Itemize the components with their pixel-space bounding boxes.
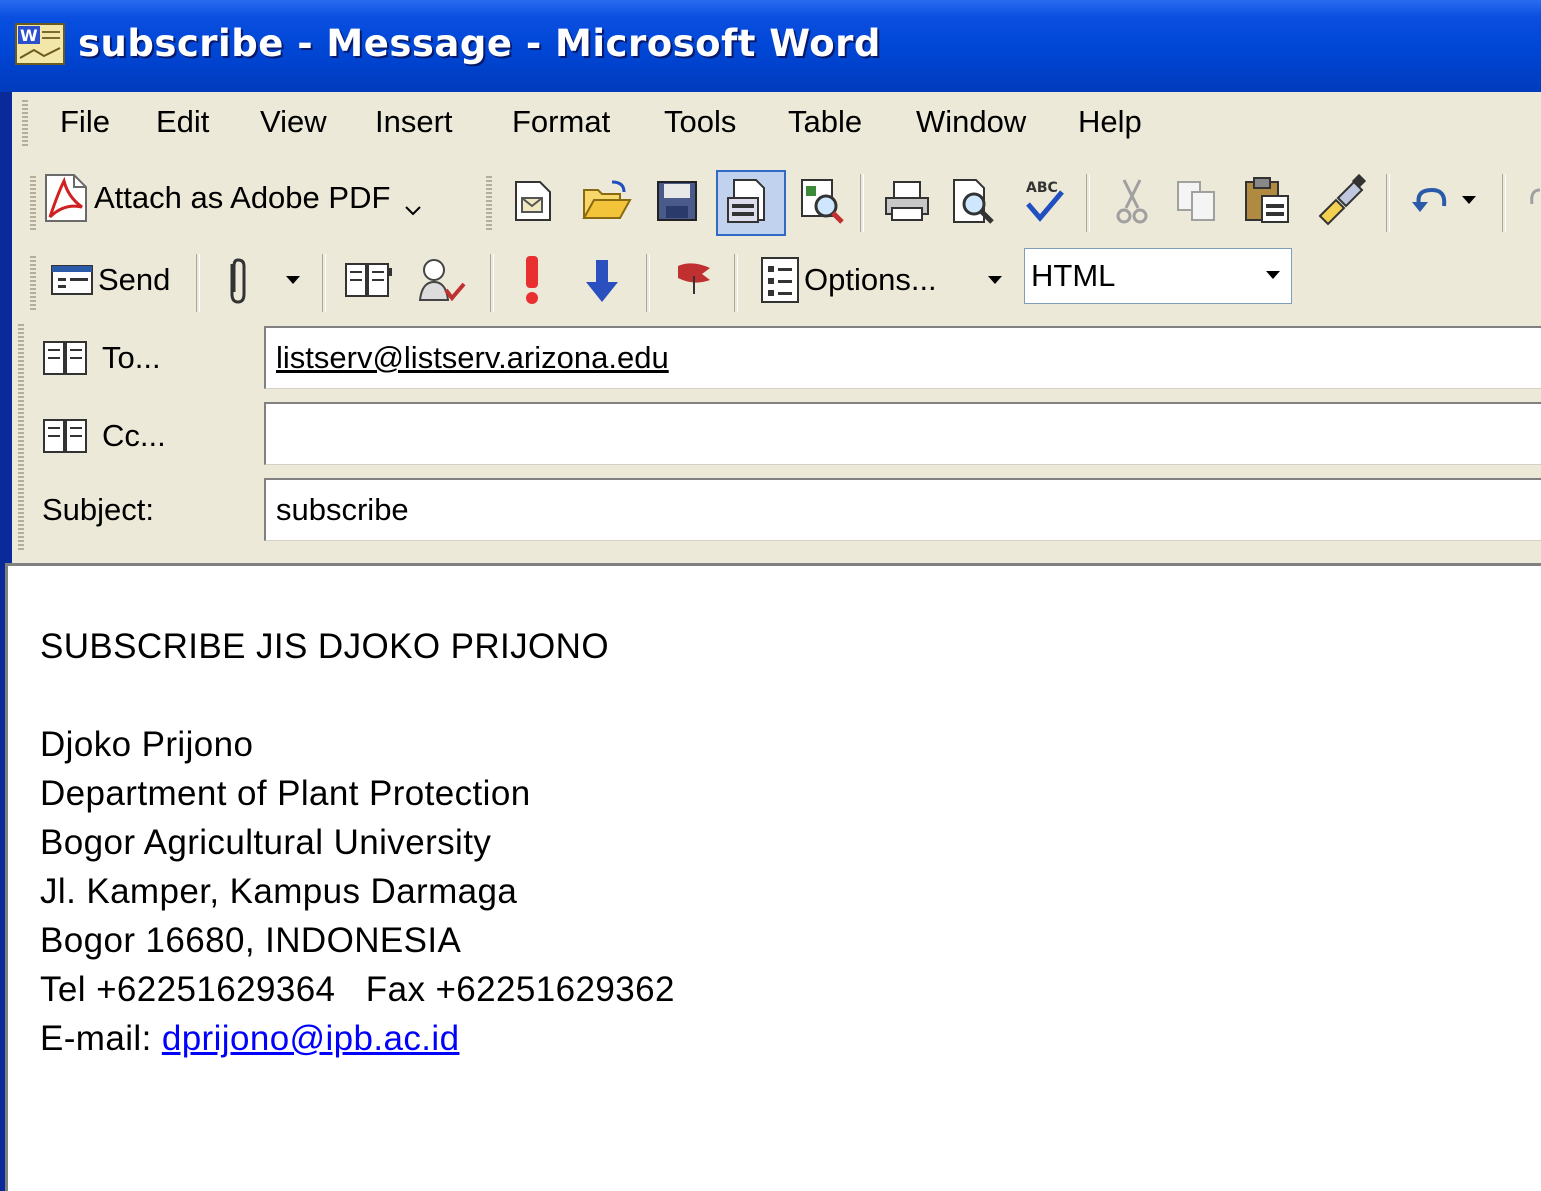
separator	[1386, 174, 1390, 232]
message-format-value: HTML	[1031, 258, 1116, 293]
paste-icon[interactable]	[1242, 174, 1292, 226]
print-preview-icon[interactable]	[948, 176, 998, 226]
permission-icon	[727, 179, 765, 223]
pdf-icon	[45, 174, 87, 222]
svg-text:ABC: ABC	[1026, 180, 1058, 196]
cc-field[interactable]	[264, 402, 1541, 465]
menu-window[interactable]: Window	[916, 104, 1026, 140]
toolbar-grip-2[interactable]	[486, 176, 492, 230]
message-format-select[interactable]: HTML	[1024, 248, 1292, 304]
title-bar[interactable]: W subscribe - Message - Microsoft Word	[0, 0, 1541, 92]
separator	[490, 254, 494, 312]
high-importance-icon[interactable]	[520, 252, 544, 306]
email-link[interactable]: dprijono@ipb.ac.id	[162, 1019, 460, 1058]
email-prefix: E-mail:	[40, 1019, 162, 1058]
send-button[interactable]: Send	[50, 252, 170, 308]
body-email-line: E-mail: dprijono@ipb.ac.id	[40, 1014, 675, 1063]
window-title: subscribe - Message - Microsoft Word	[78, 22, 881, 65]
body-line: Djoko Prijono	[40, 725, 254, 764]
menu-edit[interactable]: Edit	[156, 104, 209, 140]
address-book-icon[interactable]	[344, 260, 394, 300]
format-dropdown-button[interactable]	[1257, 251, 1289, 299]
research-icon[interactable]	[798, 176, 846, 226]
body-line: Bogor Agricultural University	[40, 823, 492, 862]
spelling-icon[interactable]: ABC	[1020, 174, 1068, 226]
redo-icon[interactable]	[1526, 184, 1541, 216]
chevron-down-icon	[405, 206, 422, 216]
to-recipient: listserv@listserv.arizona.edu	[276, 340, 669, 375]
menu-table[interactable]: Table	[788, 104, 862, 140]
subject-label-text: Subject:	[42, 492, 155, 527]
flag-icon[interactable]	[672, 260, 716, 296]
save-icon[interactable]	[654, 178, 700, 224]
svg-text:W: W	[20, 26, 38, 45]
to-label: To...	[102, 340, 161, 375]
undo-icon[interactable]	[1410, 184, 1450, 216]
message-body-text: SUBSCRIBE JIS DJOKO PRIJONO Djoko Prijon…	[40, 622, 675, 1063]
email-toolbar: Send Options...	[30, 242, 1541, 314]
options-icon	[761, 257, 799, 303]
menubar-grip[interactable]	[22, 100, 28, 148]
standard-toolbar: Attach as Adobe PDF ABC	[30, 162, 1541, 236]
format-painter-icon[interactable]	[1314, 172, 1370, 226]
new-icon[interactable]	[510, 178, 558, 224]
menu-view[interactable]: View	[260, 104, 327, 140]
to-button[interactable]: To...	[42, 338, 161, 378]
menu-bar: File Edit View Insert Format Tools Table…	[12, 92, 1541, 154]
menu-format[interactable]: Format	[512, 104, 610, 140]
cc-label: Cc...	[102, 418, 166, 453]
print-icon[interactable]	[882, 180, 932, 224]
separator	[1086, 174, 1090, 232]
body-line: Bogor 16680, INDONESIA	[40, 921, 462, 960]
subject-label: Subject:	[42, 492, 154, 528]
separator	[734, 254, 738, 312]
separator	[196, 254, 200, 312]
undo-dropdown-arrow[interactable]	[1462, 196, 1476, 204]
body-line: Jl. Kamper, Kampus Darmaga	[40, 872, 518, 911]
check-names-icon[interactable]	[416, 256, 468, 304]
attach-dropdown-arrow[interactable]	[286, 276, 300, 284]
menu-insert[interactable]: Insert	[375, 104, 453, 140]
low-importance-icon[interactable]	[584, 256, 620, 306]
separator	[322, 254, 326, 312]
menu-file[interactable]: File	[60, 104, 110, 140]
body-line: Tel +62251629364 Fax +62251629362	[40, 970, 675, 1009]
cc-button[interactable]: Cc...	[42, 416, 166, 456]
separator	[1502, 174, 1506, 232]
address-book-icon	[43, 419, 87, 453]
menu-tools[interactable]: Tools	[664, 104, 736, 140]
options-dropdown-arrow[interactable]	[988, 276, 1002, 284]
separator	[860, 174, 864, 232]
menu-help[interactable]: Help	[1078, 104, 1142, 140]
send-icon	[51, 265, 93, 295]
body-line: Department of Plant Protection	[40, 774, 531, 813]
address-book-icon	[43, 341, 87, 375]
separator	[646, 254, 650, 312]
options-label: Options...	[804, 262, 937, 297]
copy-icon[interactable]	[1174, 178, 1220, 224]
cut-icon[interactable]	[1112, 176, 1152, 226]
paperclip-icon[interactable]	[222, 256, 252, 306]
toolbar-grip[interactable]	[30, 176, 36, 230]
word-doc-icon: W	[15, 23, 65, 65]
open-icon[interactable]	[580, 178, 632, 224]
subject-field[interactable]: subscribe	[264, 478, 1541, 541]
header-grip[interactable]	[18, 324, 24, 552]
attach-pdf-label: Attach as Adobe PDF	[94, 180, 391, 215]
permission-button[interactable]	[716, 170, 786, 236]
to-field[interactable]: listserv@listserv.arizona.edu	[264, 326, 1541, 389]
send-label: Send	[98, 262, 171, 297]
chevron-down-icon	[1266, 271, 1280, 279]
attach-pdf-button[interactable]: Attach as Adobe PDF	[42, 170, 422, 226]
body-blank-line	[40, 671, 675, 720]
body-line: SUBSCRIBE JIS DJOKO PRIJONO	[40, 627, 609, 666]
subject-value: subscribe	[276, 492, 409, 527]
message-body[interactable]: SUBSCRIBE JIS DJOKO PRIJONO Djoko Prijon…	[5, 563, 1541, 1191]
options-button[interactable]: Options...	[758, 252, 937, 308]
toolbar-grip-3[interactable]	[30, 256, 36, 310]
